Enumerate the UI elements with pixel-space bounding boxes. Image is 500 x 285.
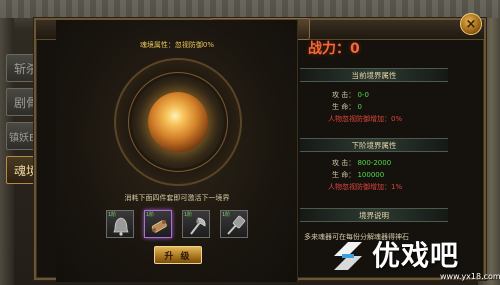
stat-label: 生 命：: [332, 103, 356, 111]
soul-orb: [148, 92, 208, 152]
next-hp-value: 100000: [357, 171, 385, 179]
stat-label: 生 命：: [332, 171, 356, 179]
next-realm-heading: 下阶境界属性: [300, 138, 448, 152]
soul-attribute-line: 魂境属性：忽视防御0%: [139, 41, 215, 49]
site-watermark: 优戏吧 www.yx18.com: [322, 232, 500, 285]
current-attack-row: 攻 击： 0-0: [332, 90, 369, 100]
current-ignore-defense: 人物忽视防御增加：0%: [328, 115, 403, 123]
next-attack-value: 800-2000: [357, 159, 392, 167]
axe-icon: [190, 217, 206, 235]
watermark-logo-icon: [334, 242, 362, 270]
current-hp-row: 生 命： 0: [332, 102, 362, 112]
close-button[interactable]: ×: [460, 13, 482, 35]
current-hp-value: 0: [357, 103, 362, 111]
watermark-brand: 优戏吧: [372, 239, 460, 272]
scroll-icon: [151, 220, 167, 233]
activation-hint: 消耗下面四件套即可激活下一境界: [124, 194, 230, 202]
equip-slot-axe[interactable]: 1阶: [182, 210, 210, 238]
scene-roof: [0, 0, 500, 18]
attribute-panel: 战力：0 当前境界属性 攻 击： 0-0 生 命： 0 人物忽视防御增加：0% …: [300, 20, 448, 260]
next-hp-row: 生 命： 100000: [332, 170, 384, 180]
stat-label: 攻 击：: [332, 159, 356, 167]
equip-slot-scroll[interactable]: 1阶: [144, 210, 172, 238]
equip-slot-hammer[interactable]: 1阶: [220, 210, 248, 238]
bell-icon: [113, 217, 129, 236]
artifact-panel: 魂境属性：忽视防御0% 消耗下面四件套即可激活下一境界 1阶 1阶 1阶 1阶: [56, 20, 298, 282]
next-ignore-defense: 人物忽视防御增加：1%: [328, 183, 403, 191]
next-attack-row: 攻 击： 800-2000: [332, 158, 391, 168]
combat-power: 战力：0: [308, 41, 360, 57]
upgrade-button[interactable]: 升 级: [154, 246, 202, 264]
stat-label: 攻 击：: [332, 91, 356, 99]
current-attack-value: 0-0: [357, 91, 369, 99]
watermark-url: www.yx18.com: [440, 272, 500, 281]
equip-slot-bell[interactable]: 1阶: [106, 210, 134, 238]
current-realm-heading: 当前境界属性: [300, 68, 448, 82]
hammer-icon: [227, 215, 246, 235]
realm-description-heading: 境界说明: [300, 208, 448, 222]
